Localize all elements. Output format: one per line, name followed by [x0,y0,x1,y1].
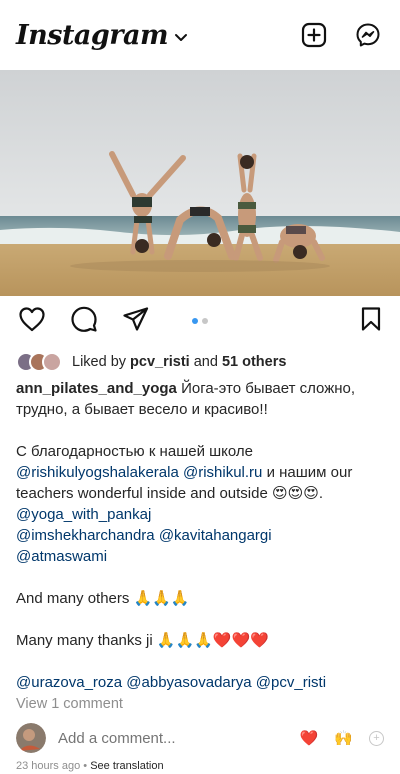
chevron-down-icon [175,34,188,41]
likes-count[interactable]: 51 others [222,354,286,370]
app-logo: Instagram [16,19,169,51]
post-photo[interactable] [0,70,400,296]
messenger-icon [356,23,380,47]
likes-row[interactable]: Liked by pcv_risti and 51 others [0,350,400,374]
view-comments-link[interactable]: View 1 comment [0,696,400,712]
heart-icon [19,306,45,331]
quick-reaction-heart[interactable]: ❤️ [300,729,319,747]
post-time: 23 hours ago [16,760,81,772]
beach-yoga-photo [0,70,400,296]
messenger-button[interactable] [354,21,382,49]
avatar [16,723,46,753]
mention-link[interactable]: @abbyasovadarya [126,674,251,691]
mention-link[interactable]: @rishikul.ru [183,464,262,481]
caption-line: Йога-это бывает сложно, [181,380,356,397]
bookmark-icon [361,306,381,331]
liker-avatars [16,352,62,372]
mention-link[interactable]: @kavitahangargi [159,527,272,544]
app-logo-switcher[interactable]: Instagram [16,20,188,51]
like-button[interactable] [18,306,46,337]
mention-link[interactable]: @imshekharchandra [16,527,155,544]
meta-separator: • [80,760,91,772]
likes-middle: and [193,354,218,370]
caption-line: Many many thanks ji 🙏🙏🙏❤️❤️❤️ [16,632,269,649]
mention-link[interactable]: @urazova_roza [16,674,122,691]
send-icon [123,306,149,331]
carousel-indicator [192,318,208,324]
post-meta: 23 hours ago • See translation [0,760,400,772]
more-reactions-button[interactable]: + [369,730,384,746]
caption-text: и нашим our [266,464,353,481]
carousel-dot-1 [192,318,198,324]
likes-prefix: Liked by [72,354,127,370]
liker-username[interactable]: pcv_risti [130,354,190,370]
mention-link[interactable]: @yoga_with_pankaj [16,506,151,523]
save-button[interactable] [360,306,382,337]
share-button[interactable] [122,306,150,337]
caption-line: teachers wonderful inside and outside 😍😍… [16,485,324,502]
comment-button[interactable] [70,305,98,338]
mention-link[interactable]: @atmaswami [16,548,107,565]
mention-link[interactable]: @pcv_risti [256,674,326,691]
post-caption: ann_pilates_and_yoga Йога-это бывает сло… [0,378,400,693]
top-bar: Instagram [0,0,400,70]
carousel-dot-2 [202,318,208,324]
new-post-button[interactable] [300,21,328,49]
caption-line: And many others 🙏🙏🙏 [16,590,190,607]
quick-reaction-raised-hands[interactable]: 🙌 [334,729,353,747]
post-actions [0,296,400,346]
caption-line: трудно, а бывает весело и красиво!! [16,401,268,418]
see-translation-link[interactable]: See translation [90,760,163,772]
comment-input[interactable] [58,729,300,747]
plus-square-icon [301,22,327,48]
add-comment-row: ❤️ 🙌 + [0,718,400,758]
caption-username[interactable]: ann_pilates_and_yoga [16,380,177,397]
mention-link[interactable]: @rishikulyogshalakerala [16,464,179,481]
caption-line: С благодарностью к нашей школе [16,443,253,460]
avatar [42,352,62,372]
comment-icon [71,306,97,332]
